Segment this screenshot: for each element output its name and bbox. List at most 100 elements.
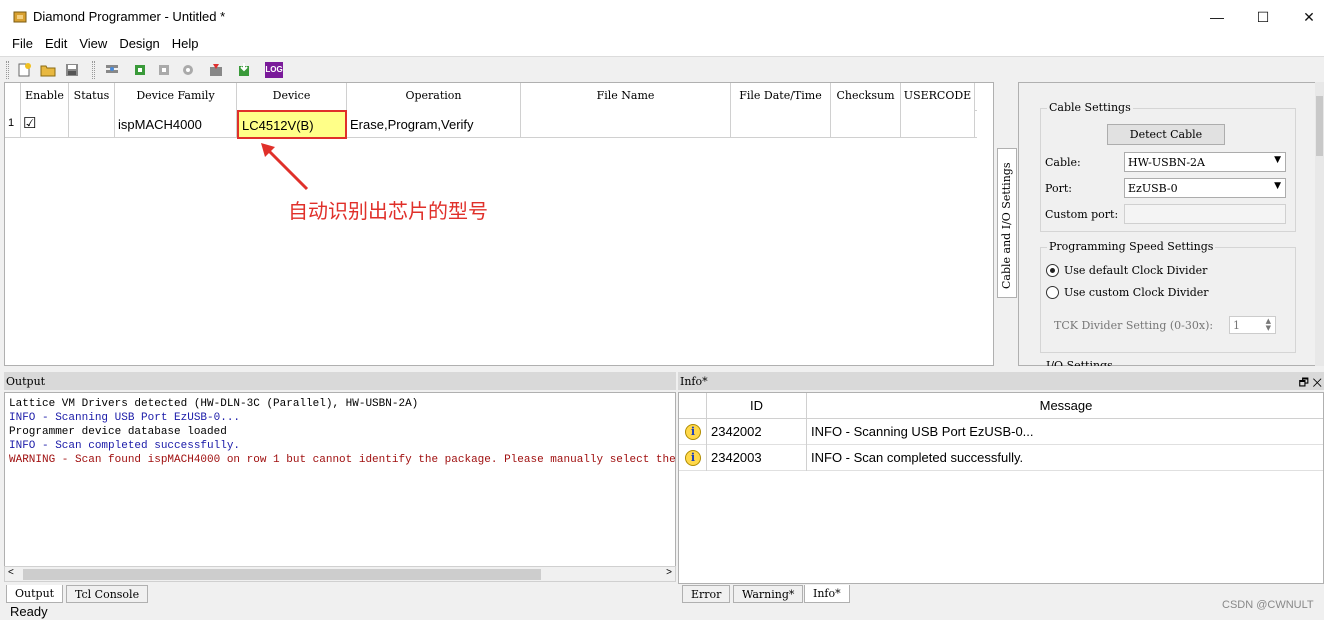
checksum-cell [831, 111, 901, 138]
custom-port-input[interactable] [1124, 204, 1286, 224]
info-col-icon [679, 393, 707, 419]
col-header-filedate[interactable]: File Date/Time [731, 83, 831, 111]
usercode-cell [901, 111, 975, 138]
download-icon[interactable] [234, 60, 254, 80]
menu-bar: File Edit View Design Help [0, 34, 1324, 56]
info-table-header: ID Message [679, 393, 1323, 419]
close-button[interactable]: ✕ [1286, 0, 1324, 34]
info-title: Info* [680, 375, 708, 388]
maximize-button[interactable]: ☐ [1240, 0, 1286, 34]
window-title: Diamond Programmer - Untitled * [33, 9, 226, 24]
scan-icon[interactable] [102, 60, 122, 80]
program-icon[interactable] [130, 60, 150, 80]
tab-output[interactable]: Output [6, 585, 64, 603]
side-scroll-thumb[interactable] [1316, 96, 1323, 156]
port-select[interactable]: EzUSB-0 ▼ [1124, 178, 1286, 198]
cable-label: Cable: [1045, 156, 1081, 169]
output-line-5: WARNING - Scan found ispMACH4000 on row … [9, 454, 676, 466]
save-icon[interactable] [62, 60, 82, 80]
col-header-enable[interactable]: Enable [21, 83, 69, 111]
info-col-id[interactable]: ID [707, 393, 807, 419]
scroll-left-icon[interactable]: < [8, 567, 14, 578]
side-tab-label: Cable and I/O Settings [1000, 162, 1013, 289]
grid-header: Enable Status Device Family Device Opera… [5, 83, 977, 111]
filename-cell[interactable] [521, 111, 731, 138]
col-header-checksum[interactable]: Checksum [831, 83, 901, 111]
menu-file[interactable]: File [6, 34, 39, 56]
status-text: Ready [10, 604, 48, 619]
speed-settings-group: Programming Speed Settings [1040, 240, 1296, 353]
output-pane-title: Output [4, 372, 676, 390]
col-header-status[interactable]: Status [69, 83, 115, 111]
radio-custom-divider[interactable] [1046, 286, 1059, 299]
radio-default-label: Use default Clock Divider [1064, 264, 1208, 277]
tck-value: 1 [1233, 319, 1240, 332]
info-id-cell: 2342003 [707, 445, 807, 471]
toolbar-grip[interactable] [6, 61, 9, 79]
col-header-family[interactable]: Device Family [115, 83, 237, 111]
gear-icon[interactable] [178, 60, 198, 80]
annotation-text: 自动识别出芯片的型号 [288, 201, 488, 223]
table-row[interactable]: i 2342003 INFO - Scan completed successf… [679, 445, 1323, 471]
operation-cell[interactable]: Erase,Program,Verify [347, 111, 521, 138]
tab-info[interactable]: Info* [804, 585, 850, 603]
menu-design[interactable]: Design [113, 34, 165, 56]
table-row[interactable]: i 2342002 INFO - Scanning USB Port EzUSB… [679, 419, 1323, 445]
chevron-down-icon: ▼ [1274, 181, 1281, 191]
device-grid: Enable Status Device Family Device Opera… [4, 82, 994, 366]
side-tab-cable-io[interactable]: Cable and I/O Settings [997, 148, 1017, 298]
tab-error[interactable]: Error [682, 585, 731, 603]
tab-tcl-console[interactable]: Tcl Console [66, 585, 149, 603]
table-row[interactable]: 1 ☑ ispMACH4000 LC4512V(B) Erase,Program… [5, 110, 977, 139]
minimize-button[interactable]: — [1194, 0, 1240, 34]
output-line-3: Programmer device database loaded [9, 426, 227, 438]
enable-checkbox[interactable]: ☑ [21, 111, 69, 138]
radio-default-divider[interactable] [1046, 264, 1059, 277]
tck-stepper[interactable]: 1 ▲ ▼ [1229, 316, 1276, 334]
info-col-message[interactable]: Message [807, 393, 1323, 419]
tab-warning[interactable]: Warning* [733, 585, 804, 603]
scroll-right-icon[interactable]: > [666, 567, 672, 578]
port-label: Port: [1045, 182, 1072, 195]
info-icon: i [685, 450, 701, 466]
open-icon[interactable] [38, 60, 58, 80]
diamond-app-icon [13, 11, 27, 23]
col-header-filename[interactable]: File Name [521, 83, 731, 111]
info-message-cell: INFO - Scanning USB Port EzUSB-0... [811, 424, 1034, 439]
output-hscroll-thumb[interactable] [23, 569, 541, 580]
new-icon[interactable] [14, 60, 34, 80]
annotation-arrow-icon [261, 143, 309, 191]
detect-cable-button[interactable]: Detect Cable [1107, 124, 1225, 145]
menu-help[interactable]: Help [166, 34, 205, 56]
info-icon: i [685, 424, 701, 440]
toolbar-grip-2 [92, 61, 95, 79]
log-label: LOG [265, 62, 283, 78]
log-icon[interactable]: LOG [264, 60, 284, 80]
program-all-icon[interactable] [154, 60, 174, 80]
output-hscrollbar[interactable]: < > [4, 566, 676, 582]
stepper-arrows-icon: ▲ ▼ [1265, 317, 1271, 332]
info-icon-cell: i [679, 419, 707, 445]
cable-select[interactable]: HW-USBN-2A ▼ [1124, 152, 1286, 172]
side-scrollbar[interactable] [1315, 82, 1324, 366]
info-id-cell: 2342002 [707, 419, 807, 445]
watermark-text: CSDN @CWNULT [1222, 599, 1314, 611]
chevron-down-icon: ▼ [1274, 155, 1281, 165]
menu-view[interactable]: View [73, 34, 113, 56]
cable-settings-title: Cable Settings [1047, 101, 1133, 114]
family-cell[interactable]: ispMACH4000 [115, 111, 237, 138]
tck-label: TCK Divider Setting (0-30x): [1054, 319, 1214, 332]
device-info-icon[interactable] [206, 60, 226, 80]
status-cell [69, 111, 115, 138]
info-icon-cell: i [679, 445, 707, 471]
output-log[interactable]: Lattice VM Drivers detected (HW-DLN-3C (… [4, 392, 676, 582]
col-header-device[interactable]: Device [237, 83, 347, 111]
float-close-icon[interactable]: 🗗 ✕ [1299, 374, 1322, 393]
radio-custom-label: Use custom Clock Divider [1064, 286, 1209, 299]
device-cell[interactable]: LC4512V(B) [237, 110, 347, 139]
col-header-operation[interactable]: Operation [347, 83, 521, 111]
col-header-usercode[interactable]: USERCODE [901, 83, 975, 111]
col-header-rownum [5, 83, 21, 111]
menu-edit[interactable]: Edit [39, 34, 73, 56]
output-line-4: INFO - Scan completed successfully. [9, 440, 241, 452]
